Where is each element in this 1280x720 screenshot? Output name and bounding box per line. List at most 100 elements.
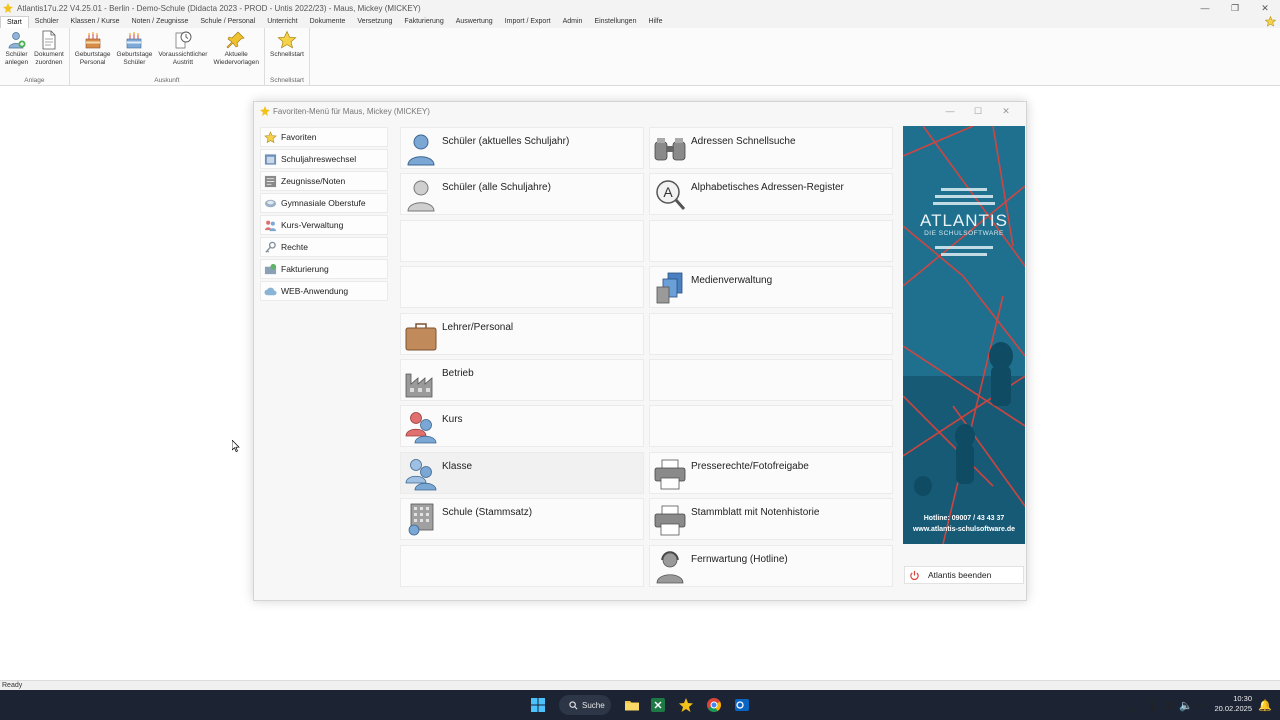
star-icon xyxy=(277,30,297,49)
battery-icon[interactable]: ▭ xyxy=(1194,699,1204,712)
graduation-icon xyxy=(264,199,277,207)
atlantis-beenden-button[interactable]: Atlantis beenden xyxy=(904,566,1024,584)
sidebar-item-label: Rechte xyxy=(281,242,308,252)
tile-klasse[interactable]: Klasse xyxy=(400,452,644,494)
dialog-close-button[interactable]: ✕ xyxy=(992,102,1020,120)
ribbon-button-label: Voraussichtlicher Austritt xyxy=(158,51,208,66)
menu-tab-versetzung[interactable]: Versetzung xyxy=(351,16,398,28)
menu-tab-schüler[interactable]: Schüler xyxy=(29,16,65,28)
svg-text:A: A xyxy=(663,184,673,200)
file-explorer-icon[interactable] xyxy=(624,697,640,713)
outlook-icon[interactable] xyxy=(734,697,750,713)
add-student-icon xyxy=(8,32,26,49)
tile-label: Kurs xyxy=(442,414,463,425)
tile-schueler-alle-schuljahre[interactable]: Schüler (alle Schuljahre) xyxy=(400,173,644,215)
ribbon: Schüler anlegen Dokument zuordnen Anlage… xyxy=(0,28,1280,86)
window-title: Atlantis17u.22 V4.25.01 - Berlin - Demo-… xyxy=(17,3,421,13)
microphone-icon[interactable]: 🎙 xyxy=(1145,699,1159,712)
excel-icon[interactable] xyxy=(650,697,666,713)
menu-tab-fakturierung[interactable]: Fakturierung xyxy=(398,16,449,28)
tile-schule-stammsatz[interactable]: Schule (Stammsatz) xyxy=(400,498,644,540)
tile-label: Betrieb xyxy=(442,368,474,379)
menu-tab-auswertung[interactable]: Auswertung xyxy=(450,16,499,28)
tile-label: Fernwartung (Hotline) xyxy=(691,554,788,565)
tile-empty xyxy=(649,220,893,262)
dialog-minimize-button[interactable]: — xyxy=(936,102,964,120)
sidebar-item-favoriten[interactable]: Favoriten xyxy=(260,127,388,147)
tile-label: Schüler (alle Schuljahre) xyxy=(442,182,551,193)
tile-empty xyxy=(400,220,644,262)
wifi-icon[interactable]: ≋ xyxy=(1165,699,1174,712)
key-icon xyxy=(265,241,276,253)
menu-tab-dokumente[interactable]: Dokumente xyxy=(304,16,352,28)
menu-tab-noten-zeugnisse[interactable]: Noten / Zeugnisse xyxy=(126,16,195,28)
taskbar-search[interactable]: Suche xyxy=(559,695,611,715)
tile-label: Klasse xyxy=(442,461,473,472)
menu-tab-klassen-kurse[interactable]: Klassen / Kurse xyxy=(65,16,126,28)
menu-bar: Start Schüler Klassen / Kurse Noten / Zeugn… xyxy=(0,16,1280,28)
tile-alphabetisches-adressen-register[interactable]: A Alphabetisches Adressen-Register xyxy=(649,173,893,215)
group-icon xyxy=(264,220,277,231)
menu-tab-admin[interactable]: Admin xyxy=(557,16,589,28)
tile-fernwartung-hotline[interactable]: Fernwartung (Hotline) xyxy=(649,545,893,587)
windows-start-icon[interactable] xyxy=(531,698,545,712)
sidebar-item-label: Favoriten xyxy=(281,132,317,142)
tile-empty xyxy=(649,359,893,401)
menu-tab-import-export[interactable]: Import / Export xyxy=(499,16,557,28)
tile-schueler-aktuelles-schuljahr[interactable]: Schüler (aktuelles Schuljahr) xyxy=(400,127,644,169)
cloud-icon xyxy=(264,287,277,295)
printer-icon xyxy=(654,459,686,490)
media-devices-icon xyxy=(656,272,683,304)
tile-empty xyxy=(649,405,893,447)
favorite-star-icon[interactable] xyxy=(1265,16,1276,27)
tile-adressen-schnellsuche[interactable]: Adressen Schnellsuche xyxy=(649,127,893,169)
binoculars-icon xyxy=(654,138,686,161)
tile-label: Lehrer/Personal xyxy=(442,322,514,333)
tile-kurs[interactable]: Kurs xyxy=(400,405,644,447)
menu-tab-schule-personal[interactable]: Schule / Personal xyxy=(194,16,261,28)
volume-icon[interactable]: 🔈 xyxy=(1179,699,1193,712)
tile-lehrer-personal[interactable]: Lehrer/Personal xyxy=(400,313,644,355)
dialog-maximize-button[interactable]: ☐ xyxy=(964,102,992,120)
menu-tab-unterricht[interactable]: Unterricht xyxy=(261,16,303,28)
ribbon-button-label: Schnellstart xyxy=(270,51,304,58)
tile-presserechte-fotofreigabe[interactable]: Presserechte/Fotofreigabe xyxy=(649,452,893,494)
close-button[interactable]: ✕ xyxy=(1250,0,1280,16)
tray-chevron-up-icon[interactable]: ︿ xyxy=(1126,699,1137,715)
sidebar-item-fakturierung[interactable]: Fakturierung xyxy=(260,259,388,279)
sidebar-item-web-anwendung[interactable]: WEB-Anwendung xyxy=(260,281,388,301)
school-building-icon xyxy=(408,503,434,536)
status-bar: Ready xyxy=(0,680,1280,690)
tile-medienverwaltung[interactable]: Medienverwaltung xyxy=(649,266,893,308)
ribbon-group-schnellstart: Schnellstart Schnellstart xyxy=(265,28,310,86)
tile-label: Schüler (aktuelles Schuljahr) xyxy=(442,136,570,147)
status-text: Ready xyxy=(2,682,23,689)
minimize-button[interactable]: — xyxy=(1190,0,1220,16)
menu-tab-einstellungen[interactable]: Einstellungen xyxy=(588,16,642,28)
tile-betrieb[interactable]: Betrieb xyxy=(400,359,644,401)
birthday-cake-icon xyxy=(127,32,142,49)
chrome-icon[interactable] xyxy=(706,697,722,713)
sidebar-item-zeugnisse-noten[interactable]: Zeugnisse/Noten xyxy=(260,171,388,191)
pin-icon xyxy=(226,31,245,49)
briefcase-icon xyxy=(405,323,437,351)
sidebar-item-gymnasiale-oberstufe[interactable]: Gymnasiale Oberstufe xyxy=(260,193,388,213)
tile-stammblatt-mit-notenhistorie[interactable]: Stammblatt mit Notenhistorie xyxy=(649,498,893,540)
clock-document-icon xyxy=(175,31,192,49)
maximize-button[interactable]: ❐ xyxy=(1220,0,1250,16)
tile-label: Stammblatt mit Notenhistorie xyxy=(691,507,820,518)
menu-tab-start[interactable]: Start xyxy=(0,16,29,28)
magnifier-a-icon: A xyxy=(656,180,686,210)
sidebar-item-kurs-verwaltung[interactable]: Kurs-Verwaltung xyxy=(260,215,388,235)
notification-icon[interactable]: 🔔 xyxy=(1258,699,1272,712)
sidebar-item-label: Zeugnisse/Noten xyxy=(281,176,346,186)
power-icon xyxy=(910,570,919,580)
tile-label: Presserechte/Fotofreigabe xyxy=(691,461,809,472)
tile-label: Medienverwaltung xyxy=(691,275,773,286)
sidebar-item-schuljahreswechsel[interactable]: Schuljahreswechsel xyxy=(260,149,388,169)
clock-date: 20.02.2025 xyxy=(1214,704,1252,713)
sidebar-item-rechte[interactable]: Rechte xyxy=(260,237,388,257)
menu-tab-hilfe[interactable]: Hilfe xyxy=(642,16,668,28)
atlantis-app-icon[interactable] xyxy=(678,697,694,713)
taskbar-clock[interactable]: 10:30 20.02.2025 xyxy=(1206,694,1252,714)
